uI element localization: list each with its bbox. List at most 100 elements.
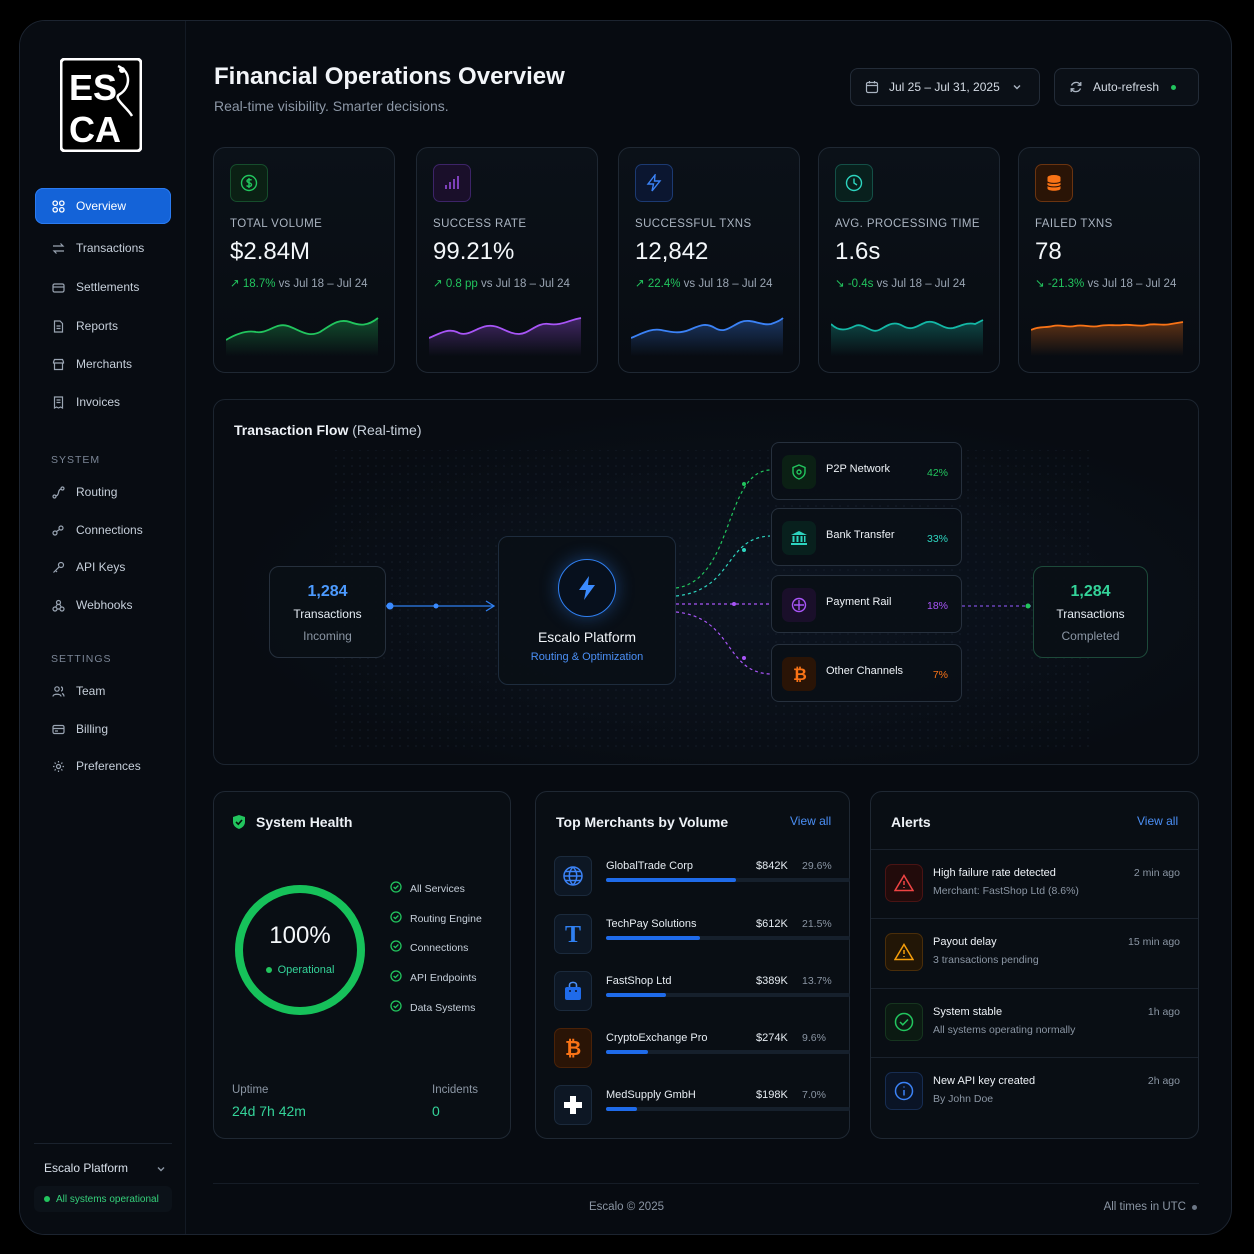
kpi-label: FAILED TXNS	[1035, 218, 1113, 230]
health-percent: 100%	[269, 922, 331, 949]
live-dot-icon	[1171, 84, 1177, 90]
merchant-row[interactable]: T TechPay Solutions $612K 21.5%	[554, 912, 850, 958]
sidebar-item-webhooks[interactable]: Webhooks	[35, 587, 171, 623]
sidebar-item-merchants[interactable]: Merchants	[35, 346, 171, 382]
health-state: Operational	[277, 964, 335, 976]
kpi-card-total-volume[interactable]: TOTAL VOLUME $2.84M ↗ 18.7% vs Jul 18 – Ju…	[213, 147, 395, 373]
merchant-row[interactable]: ₿ CryptoExchange Pro $274K 9.6%	[554, 1026, 850, 1072]
merchant-volume: $389K	[756, 975, 788, 987]
bank-icon	[782, 521, 816, 555]
merchant-name: FastShop Ltd	[606, 975, 672, 987]
channel-other-channels[interactable]: ₿ Other Channels 7%	[771, 644, 962, 702]
kpi-card-successful-txns[interactable]: SUCCESSFUL TXNS 12,842 ↗ 22.4% vs Jul 18 –…	[618, 147, 800, 373]
kpi-sparkline	[226, 317, 379, 356]
merchant-share-track	[606, 878, 850, 882]
kpi-card-success-rate[interactable]: SUCCESS RATE 99.21% ↗ 0.8 pp vs Jul 18 – J…	[416, 147, 598, 373]
document-icon	[51, 319, 65, 333]
shield-icon	[782, 455, 816, 489]
sidebar-item-billing[interactable]: Billing	[35, 711, 171, 747]
kpi-sparkline	[429, 317, 582, 356]
health-ring	[235, 885, 365, 1015]
alert-subtitle: By John Doe	[933, 1093, 994, 1105]
svg-text:ES: ES	[69, 67, 117, 108]
sidebar-item-label: Reports	[76, 319, 119, 333]
globe-icon	[554, 856, 592, 896]
alert-row[interactable]: System stable All systems operating norma…	[871, 988, 1198, 1057]
sidebar-item-preferences[interactable]: Preferences	[35, 748, 171, 784]
channel-p2p-network[interactable]: P2P Network 42%	[771, 442, 962, 500]
key-icon	[51, 560, 65, 574]
kpi-change: ↘ -0.4s vs Jul 18 – Jul 24	[835, 276, 965, 290]
sidebar-item-settlements[interactable]: Settlements	[35, 269, 171, 305]
merchant-name: TechPay Solutions	[606, 918, 697, 930]
sidebar-item-invoices[interactable]: Invoices	[35, 384, 171, 420]
merchant-name: CryptoExchange Pro	[606, 1032, 708, 1044]
sidebar-item-label: API Keys	[76, 560, 126, 574]
sidebar-item-reports[interactable]: Reports	[35, 308, 171, 344]
service-item: Connections	[390, 940, 468, 955]
page-subtitle: Real-time visibility. Smarter decisions.	[214, 98, 449, 114]
arrows-icon	[51, 241, 65, 255]
completed-node: 1,284 Transactions Completed	[1033, 566, 1148, 658]
date-range-picker[interactable]: Jul 25 – Jul 31, 2025	[850, 68, 1040, 106]
sidebar-item-connections[interactable]: Connections	[35, 512, 171, 548]
svg-text:CA: CA	[69, 109, 121, 150]
alerts-view-all-link[interactable]: View all	[1137, 814, 1178, 828]
alert-subtitle: 3 transactions pending	[933, 954, 1039, 966]
platform-node: Escalo Platform Routing & Optimization	[498, 536, 676, 685]
sidebar-item-team[interactable]: Team	[35, 673, 171, 709]
channel-name: P2P Network	[826, 463, 890, 475]
merchant-volume: $198K	[756, 1089, 788, 1101]
incoming-label: Transactions	[293, 607, 362, 621]
channel-bank-transfer[interactable]: Bank Transfer 33%	[771, 508, 962, 566]
merchant-share: 9.6%	[802, 1032, 826, 1044]
operational-dot-icon	[265, 967, 272, 973]
kpi-card-avg-processing-time[interactable]: AVG. PROCESSING TIME 1.6s ↘ -0.4s vs Jul 1…	[818, 147, 1000, 373]
merchant-share-bar	[606, 1050, 649, 1054]
system-health-card: System Health 100% Operational Uptime 24…	[213, 791, 511, 1139]
kpi-label: TOTAL VOLUME	[230, 218, 323, 230]
alert-row[interactable]: Payout delay 3 transactions pending 15 min…	[871, 918, 1198, 987]
kpi-sparkline	[631, 317, 784, 356]
alert-subtitle: Merchant: FastShop Ltd (8.6%)	[933, 885, 1079, 897]
auto-refresh-toggle[interactable]: Auto-refresh	[1054, 68, 1199, 106]
merchant-row[interactable]: MedSupply GmbH $198K 7.0%	[554, 1083, 850, 1129]
sidebar-item-api-keys[interactable]: API Keys	[35, 549, 171, 585]
sidebar-item-routing[interactable]: Routing	[35, 474, 171, 510]
channel-percent: 18%	[926, 600, 948, 612]
alert-time: 2h ago	[1147, 1075, 1180, 1087]
channel-payment-rail[interactable]: Payment Rail 18%	[771, 575, 962, 633]
merchant-row[interactable]: FastShop Ltd $389K 13.7%	[554, 969, 850, 1015]
sidebar-item-overview[interactable]: Overview	[35, 188, 171, 224]
service-item: All Services	[390, 881, 465, 896]
sidebar-item-label: Transactions	[76, 241, 145, 255]
check-circle-icon	[390, 911, 402, 926]
merchant-share-bar	[606, 993, 667, 997]
page-title: Financial Operations Overview	[214, 63, 565, 90]
kpi-change: ↗ 0.8 pp vs Jul 18 – Jul 24	[433, 276, 570, 290]
health-state-wrap: Operational	[230, 964, 370, 976]
alert-row[interactable]: High failure rate detected Merchant: Fast…	[871, 849, 1198, 918]
kpi-compare: vs Jul 18 – Jul 24	[1087, 278, 1177, 290]
service-item: Data Systems	[390, 1000, 475, 1015]
sidebar-item-label: Connections	[76, 523, 143, 537]
gear-icon	[51, 759, 65, 773]
kpi-change: ↗ 22.4% vs Jul 18 – Jul 24	[635, 276, 773, 290]
kpi-change-value: -0.4s	[847, 278, 874, 290]
uptime-label: Uptime	[232, 1084, 269, 1096]
merchants-view-all-link[interactable]: View all	[790, 814, 831, 828]
check-circle-icon	[390, 881, 402, 896]
kpi-compare: vs Jul 18 – Jul 24	[683, 278, 773, 290]
status-dot-icon	[1192, 1204, 1197, 1210]
merchant-row[interactable]: GlobalTrade Corp $842K 29.6%	[554, 854, 850, 900]
incidents-label: Incidents	[432, 1084, 479, 1096]
alert-row[interactable]: New API key created By John Doe 2h ago	[871, 1057, 1198, 1126]
sidebar-item-label: Billing	[76, 722, 109, 736]
merchant-name: GlobalTrade Corp	[606, 860, 694, 872]
kpi-card-failed-txns[interactable]: FAILED TXNS 78 ↘ -21.3% vs Jul 18 – Jul 24	[1018, 147, 1200, 373]
kpi-value: 99.21%	[433, 238, 515, 265]
dollar-icon	[230, 164, 268, 202]
sidebar-item-transactions[interactable]: Transactions	[35, 230, 171, 266]
kpi-value: 1.6s	[835, 238, 881, 265]
date-range-label: Jul 25 – Jul 31, 2025	[889, 80, 1000, 94]
